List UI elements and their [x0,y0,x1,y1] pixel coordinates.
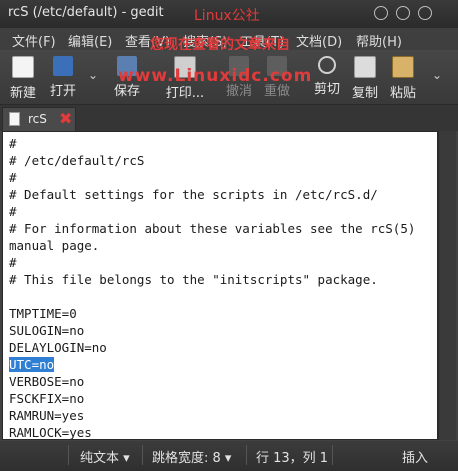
editor-line: # [9,204,17,219]
editor-line: FSCKFIX=no [9,391,84,406]
toolbar-overflow-chevron-icon[interactable]: ⌄ [432,68,442,82]
open-recent-chevron-icon[interactable]: ⌄ [88,68,98,82]
close-button[interactable] [418,6,432,20]
close-tab-icon[interactable]: ✖ [59,109,72,128]
editor-line: manual page. [9,238,99,253]
title-bar: rcS (/etc/default) - gedit Linux公社 [0,0,458,28]
editor-line: # This file belongs to the "initscripts"… [9,272,378,287]
line-text: FSCKFIX=no [9,391,85,406]
line-text: RAMRUN=yes [9,408,85,423]
menu-edit[interactable]: 编辑(E) [68,31,112,50]
editor-line: # For information about these variables … [9,221,415,236]
menu-help[interactable]: 帮助(H) [356,31,402,50]
status-separator [142,445,143,465]
clipboard-icon [392,56,414,78]
line-text: # Default settings for the scripts in /e… [9,187,378,202]
insert-mode: 插入 [402,451,429,466]
line-text: SULOGIN=no [9,323,85,338]
text-document-icon [9,112,20,126]
line-text: DELAYLOGIN=no [9,340,107,355]
copy-icon [354,56,376,78]
paste-label: 粘贴 [389,86,416,101]
line-text: TMPTIME=0 [9,306,77,321]
vertical-scrollbar[interactable] [438,131,456,440]
menu-documents[interactable]: 文档(D) [296,31,342,50]
tab-width-selector[interactable]: 跳格宽度: 8 ▾ [152,447,231,466]
editor-line: DELAYLOGIN=no [9,340,107,355]
open-label: 打开 [49,84,76,99]
editor-line: TMPTIME=0 [9,306,77,321]
new-document-icon [12,56,34,78]
line-text: # [9,170,17,185]
line-text: RAMLOCK=yes [9,425,92,440]
maximize-button[interactable] [396,6,410,20]
tab-rcs[interactable]: rcS ✖ [2,107,76,131]
editor-line: # [9,136,17,151]
editor-line: VERBOSE=no [9,374,84,389]
status-separator [332,445,333,465]
selected-text: UTC=no [9,357,55,372]
scissors-icon [318,56,336,74]
open-folder-icon [53,56,73,76]
line-text: # For information about these variables … [9,221,416,236]
line-text: manual page. [9,238,100,253]
line-text: VERBOSE=no [9,374,85,389]
window-title: rcS (/etc/default) - gedit [8,5,164,20]
status-separator [68,445,69,465]
editor-line: RAMRUN=yes [9,408,84,423]
minimize-button[interactable] [374,6,388,20]
editor-line: # [9,255,17,270]
tab-label: rcS [28,112,47,126]
language-selector[interactable]: 纯文本 ▾ [80,447,130,466]
editor-line: SULOGIN=no [9,323,84,338]
text-editor[interactable]: # # /etc/default/rcS # # Default settings f… [2,131,438,440]
editor-line: UTC=no [9,357,55,372]
status-separator [246,445,247,465]
cursor-position: 行 13，列 1 [256,451,329,466]
line-text: # [9,136,17,151]
editor-line: RAMLOCK=yes [9,425,92,440]
status-bar: 纯文本 ▾ 跳格宽度: 8 ▾ 行 13，列 1 插入 [0,441,458,471]
line-text: # [9,255,17,270]
menu-file[interactable]: 文件(F) [12,31,56,50]
line-text: # This file belongs to the "initscripts"… [9,272,378,287]
line-text: # /etc/default/rcS [9,153,145,168]
line-text: # [9,204,17,219]
open-button[interactable]: 打开 [40,54,86,100]
editor-line: # Default settings for the scripts in /e… [9,187,378,202]
paste-button[interactable]: 粘贴 [380,54,426,101]
editor-line: # /etc/default/rcS [9,153,144,168]
gedit-window: rcS (/etc/default) - gedit Linux公社 文件(F)… [0,0,458,471]
watermark-title: Linux公社 [194,8,260,24]
watermark-url: www.Linuxidc.com [118,66,313,86]
editor-line: # [9,170,17,185]
tab-bar: rcS ✖ [0,105,458,131]
